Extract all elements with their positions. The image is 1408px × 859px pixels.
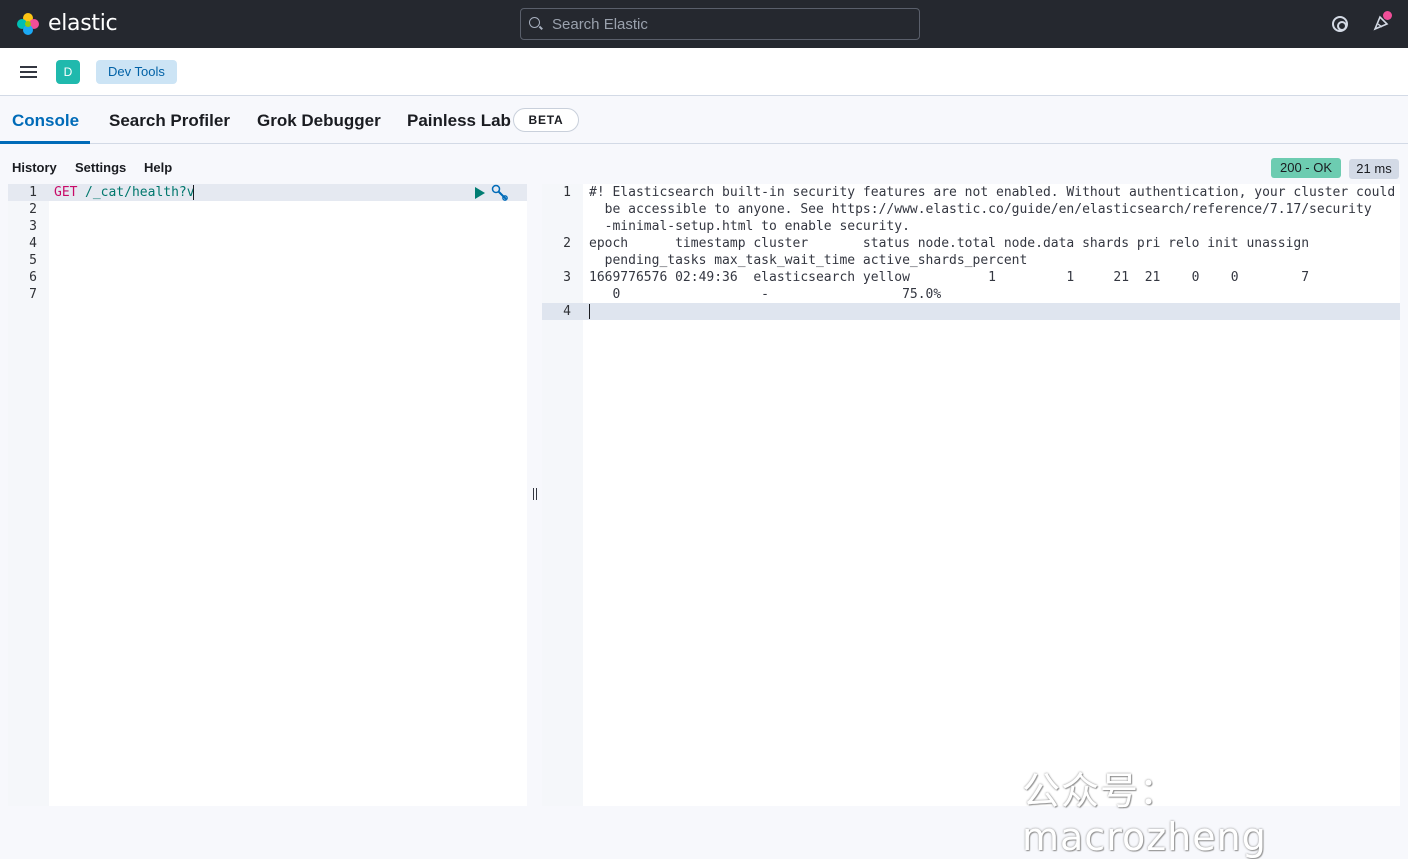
line-number: 7 <box>29 287 37 302</box>
tab-search-profiler[interactable]: Search Profiler <box>109 111 230 131</box>
brand-name[interactable]: elastic <box>48 11 118 36</box>
line-number: 5 <box>29 253 37 268</box>
active-tab-indicator <box>0 141 90 144</box>
resize-handle-icon[interactable] <box>533 488 537 500</box>
line-number: 2 <box>29 202 37 217</box>
response-line: 0 - 75.0% <box>589 287 942 302</box>
request-method[interactable]: GET <box>54 184 77 201</box>
text-cursor <box>589 304 590 319</box>
beta-badge: BETA <box>513 108 579 132</box>
breadcrumb[interactable]: Dev Tools <box>96 60 177 84</box>
response-line: 1669776576 02:49:36 elasticsearch yellow… <box>589 270 1310 285</box>
settings-link[interactable]: Settings <box>75 160 126 175</box>
tab-painless-lab[interactable]: Painless Lab <box>407 111 511 131</box>
request-editor[interactable] <box>49 184 527 806</box>
hamburger-menu-icon[interactable] <box>20 66 37 78</box>
response-line: epoch timestamp cluster status node.tota… <box>589 236 1310 251</box>
help-icon[interactable] <box>1332 16 1348 32</box>
notification-dot <box>1383 11 1392 20</box>
text-cursor <box>193 185 194 200</box>
response-line: -minimal-setup.html to enable security. <box>589 219 910 234</box>
wrench-icon[interactable] <box>491 184 509 202</box>
line-number: 6 <box>29 270 37 285</box>
line-number: 3 <box>563 270 571 285</box>
history-link[interactable]: History <box>12 160 57 175</box>
line-number: 1 <box>29 185 37 200</box>
status-badge: 200 - OK <box>1271 158 1341 178</box>
search-icon <box>529 17 540 28</box>
space-avatar[interactable]: D <box>56 60 80 84</box>
elastic-logo-icon[interactable] <box>16 12 40 36</box>
request-path[interactable]: /_cat/health?v <box>85 184 195 201</box>
line-number: 4 <box>29 236 37 251</box>
tab-grok-debugger[interactable]: Grok Debugger <box>257 111 381 131</box>
search-placeholder: Search Elastic <box>552 16 648 33</box>
response-line: #! Elasticsearch built-in security featu… <box>589 185 1396 200</box>
line-number: 2 <box>563 236 571 251</box>
tab-console[interactable]: Console <box>12 111 79 131</box>
request-time-badge: 21 ms <box>1349 159 1399 179</box>
active-line-highlight <box>542 303 1400 320</box>
breadcrumb-bar <box>0 48 1408 96</box>
watermark: 公众号：macrozheng <box>1022 769 1267 859</box>
response-line: pending_tasks max_task_wait_time active_… <box>589 253 1028 268</box>
response-line: be accessible to anyone. See https://www… <box>589 202 1372 217</box>
line-number: 3 <box>29 219 37 234</box>
line-number: 1 <box>563 185 571 200</box>
line-number: 4 <box>563 304 571 319</box>
global-search-input[interactable]: Search Elastic <box>520 8 920 40</box>
send-request-play-icon[interactable] <box>475 187 485 199</box>
help-link[interactable]: Help <box>144 160 172 175</box>
